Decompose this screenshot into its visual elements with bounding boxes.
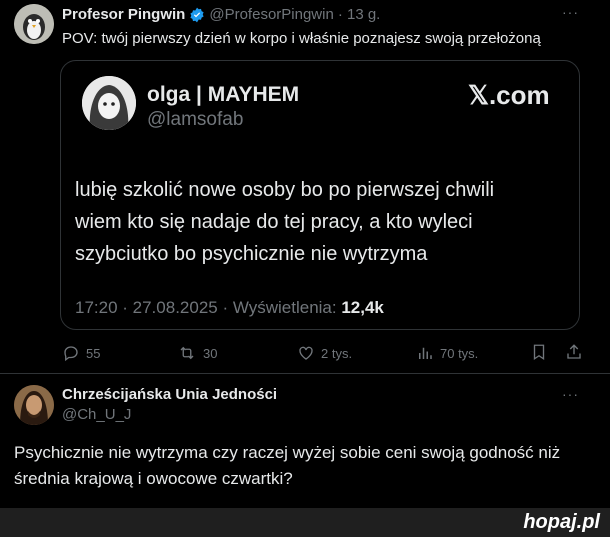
like-count: 2 tys. [321, 345, 353, 361]
quoted-views: 12,4k [341, 298, 384, 317]
reply-text: Psychicznie nie wytrzyma czy raczej wyże… [14, 440, 560, 492]
reply-author-name[interactable]: Chrześcijańska Unia Jedności [62, 386, 277, 403]
share-icon [567, 344, 581, 359]
penguin-avatar-icon [14, 4, 54, 44]
reply-button[interactable]: 55 [62, 344, 100, 362]
reply-text-line: Psychicznie nie wytrzyma czy raczej wyże… [14, 443, 561, 462]
tweet-time[interactable]: · 13 g. [338, 6, 381, 23]
anime-avatar-icon [82, 76, 136, 130]
person-avatar-icon [14, 385, 54, 425]
quoted-author-name[interactable]: olga | MAYHEM [147, 83, 299, 107]
retweet-count: 30 [203, 345, 218, 361]
view-count: 70 tys. [440, 345, 479, 361]
views-button[interactable]: 70 tys. [416, 344, 478, 362]
reply-author-handle[interactable]: @Ch_U_J [62, 406, 131, 423]
retweet-icon [180, 346, 194, 360]
quoted-text-line: wiem kto się nadaje do tej pracy, a kto … [75, 211, 473, 233]
reply-text-line: średnia krajową i owocowe czwartki? [14, 469, 293, 488]
bookmark-button[interactable] [530, 343, 548, 366]
views-chart-icon [419, 347, 432, 359]
reply-author-avatar[interactable] [14, 385, 54, 425]
like-button[interactable]: 2 tys. [297, 344, 352, 362]
watermark-text: hopaj.pl [523, 511, 600, 533]
quoted-author-avatar[interactable] [82, 76, 136, 130]
watermark-logo: hopaj.pl [0, 508, 600, 537]
author-name[interactable]: Profesor Pingwin [62, 6, 185, 23]
tweet-text: POV: twój pierwszy dzień w korpo i właśn… [62, 30, 541, 47]
reply-more-options-icon[interactable]: ··· [562, 386, 579, 402]
reply-icon [64, 346, 78, 362]
divider [0, 373, 610, 374]
bookmark-icon [533, 344, 545, 361]
heart-icon [299, 346, 313, 360]
author-avatar[interactable] [14, 4, 54, 44]
retweet-button[interactable]: 30 [177, 344, 217, 362]
author-handle[interactable]: @ProfesorPingwin [209, 6, 333, 23]
share-button[interactable] [565, 343, 583, 366]
more-options-icon[interactable]: ··· [562, 4, 579, 20]
x-logo: 𝕏.com [468, 80, 550, 110]
reply-count: 55 [86, 345, 101, 361]
verified-badge-icon [190, 7, 204, 22]
quoted-tweet-text: lubię szkolić nowe osoby bo po pierwszej… [75, 174, 494, 270]
quoted-text-line: lubię szkolić nowe osoby bo po pierwszej… [75, 179, 495, 201]
quoted-text-line: szybciutko bo psychicznie nie wytrzyma [75, 243, 428, 265]
quoted-meta: 17:20 · 27.08.2025 · Wyświetlenia: [75, 298, 337, 317]
quoted-author-handle[interactable]: @lamsofab [147, 109, 243, 131]
